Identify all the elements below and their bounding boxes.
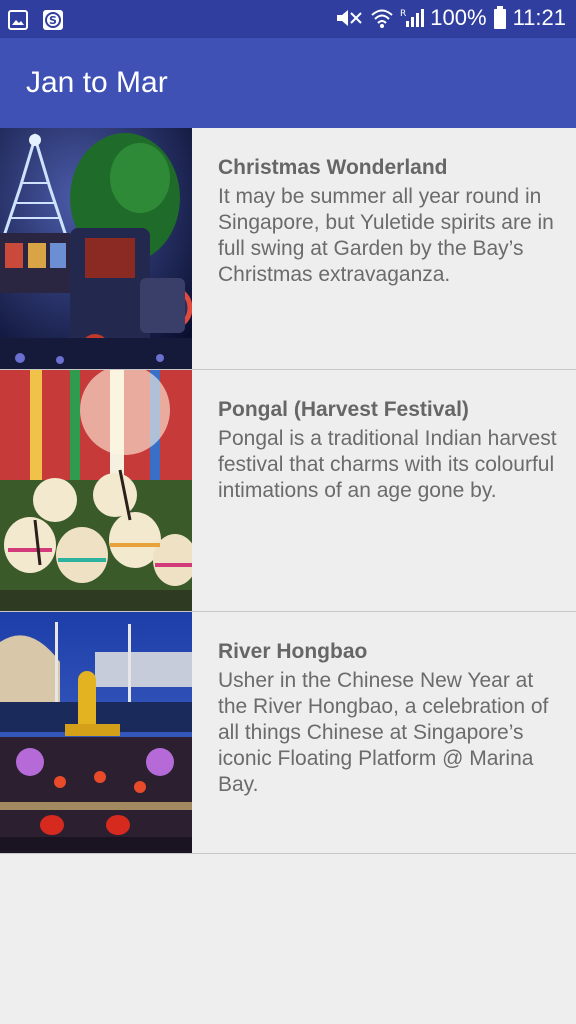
- event-list: Christmas Wonderland It may be summer al…: [0, 128, 576, 854]
- notification-icons: S: [8, 9, 64, 36]
- list-item-description: It may be summer all year round in Singa…: [218, 185, 554, 286]
- list-item-title: Christmas Wonderland: [218, 156, 448, 179]
- page-title: Jan to Mar: [26, 66, 168, 99]
- app-bar: Jan to Mar: [0, 38, 576, 128]
- list-item-description: Pongal is a traditional Indian harvest f…: [218, 427, 557, 502]
- clock: 11:21: [512, 5, 566, 30]
- list-item-description: Usher in the Chinese New Year at the Riv…: [218, 669, 549, 796]
- signal-icon: R: [400, 7, 425, 29]
- status-bar: S R 100% 11:21: [0, 0, 576, 38]
- list-item[interactable]: River Hongbao Usher in the Chinese New Y…: [0, 612, 576, 854]
- battery-icon: [493, 6, 507, 30]
- wifi-icon: [370, 7, 394, 29]
- list-item-text: Christmas Wonderland It may be summer al…: [218, 156, 558, 288]
- list-item-text: River Hongbao Usher in the Chinese New Y…: [218, 640, 558, 798]
- image-icon: [8, 10, 28, 35]
- christmas-wonderland-image: [0, 128, 192, 369]
- list-item-title: Pongal (Harvest Festival): [218, 398, 469, 421]
- s-app-icon: S: [42, 9, 64, 36]
- list-item[interactable]: Christmas Wonderland It may be summer al…: [0, 128, 576, 370]
- battery-percent: 100%: [430, 5, 487, 30]
- svg-text:R: R: [400, 9, 406, 19]
- list-item-text: Pongal (Harvest Festival) Pongal is a tr…: [218, 398, 558, 504]
- mute-icon: [334, 7, 364, 29]
- system-icons: R 100% 11:21: [334, 5, 566, 31]
- pongal-image: [0, 370, 192, 611]
- list-item-title: River Hongbao: [218, 640, 368, 663]
- svg-text:S: S: [49, 14, 57, 27]
- river-hongbao-image: [0, 612, 192, 853]
- list-item[interactable]: Pongal (Harvest Festival) Pongal is a tr…: [0, 370, 576, 612]
